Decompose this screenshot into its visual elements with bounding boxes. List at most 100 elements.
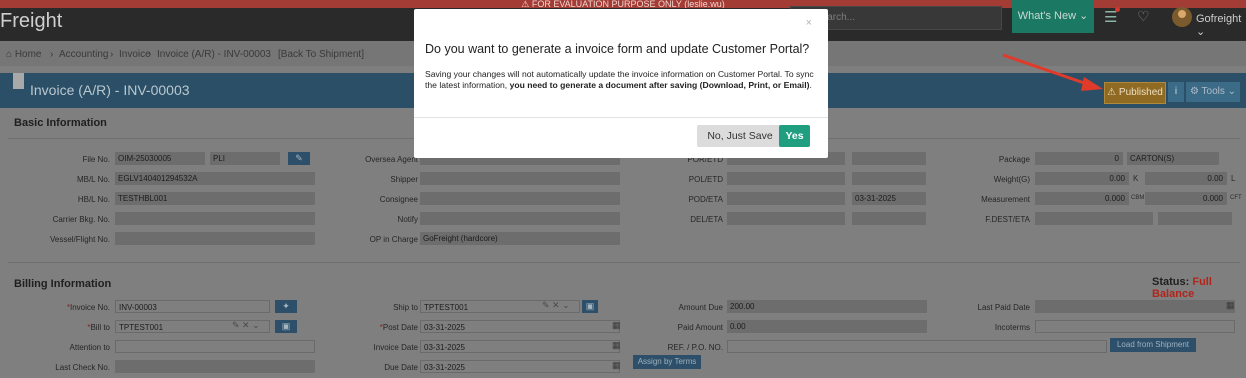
post-date-label: Post Date bbox=[308, 323, 418, 332]
vessel-label: Vessel/Flight No. bbox=[49, 235, 110, 244]
pod-field[interactable] bbox=[727, 192, 845, 205]
mbl-label: MB/L No. bbox=[76, 175, 110, 184]
magic-icon[interactable]: ✦ bbox=[275, 300, 297, 313]
file-type-field[interactable]: PLI bbox=[210, 152, 280, 165]
consignee-field[interactable] bbox=[420, 192, 620, 205]
pol-date[interactable] bbox=[852, 172, 926, 185]
calendar-icon[interactable]: ▦ bbox=[612, 360, 621, 371]
cft-unit: CFT bbox=[1230, 195, 1242, 201]
del-field[interactable] bbox=[727, 212, 845, 225]
attention-field[interactable] bbox=[115, 340, 315, 353]
package-unit[interactable]: CARTON(S) bbox=[1127, 152, 1219, 165]
carrier-bkg-label: Carrier Bkg. No. bbox=[52, 215, 110, 224]
invoice-date-field[interactable]: 03-31-2025 bbox=[420, 340, 620, 353]
package-field[interactable]: 0 bbox=[1035, 152, 1123, 165]
shipper-field[interactable] bbox=[420, 172, 620, 185]
published-button[interactable]: ⚠ Published bbox=[1104, 82, 1166, 104]
notification-dot bbox=[1115, 7, 1120, 12]
op-label: OP in Charge bbox=[369, 235, 418, 244]
notify-label: Notify bbox=[397, 215, 418, 224]
vessel-field[interactable] bbox=[115, 232, 315, 245]
page-title: Invoice (A/R) - INV-00003 bbox=[30, 82, 190, 98]
breadcrumb-home[interactable]: ⌂ Home bbox=[6, 49, 42, 60]
confirm-dialog: × Do you want to generate a invoice form… bbox=[414, 9, 828, 158]
pol-field[interactable] bbox=[727, 172, 845, 185]
op-field[interactable]: GoFreight (hardcore) bbox=[420, 232, 620, 245]
attention-label: Attention to bbox=[69, 343, 110, 352]
ship-to-label: Ship to bbox=[393, 303, 418, 312]
last-paid-label: Last Paid Date bbox=[977, 303, 1030, 312]
user-menu[interactable]: Gofreight ⌄ bbox=[1196, 13, 1246, 38]
avatar[interactable] bbox=[1172, 7, 1192, 27]
shipper-label: Shipper bbox=[390, 175, 418, 184]
breadcrumb-current: Invoice (A/R) - INV-00003 bbox=[157, 49, 271, 60]
whats-new-button[interactable]: What's New ⌄ bbox=[1012, 0, 1094, 33]
pol-label: POL/ETD bbox=[688, 175, 723, 184]
back-to-shipment-link[interactable]: [Back To Shipment] bbox=[278, 49, 364, 60]
dialog-body-end: . bbox=[809, 79, 812, 90]
pod-date[interactable]: 03-31-2025 bbox=[852, 192, 926, 205]
last-paid-field[interactable] bbox=[1035, 300, 1235, 313]
breadcrumb-sep: › bbox=[148, 49, 152, 60]
file-no-field[interactable]: OIM-25030005 bbox=[115, 152, 205, 165]
no-just-save-button[interactable]: No, Just Save bbox=[697, 125, 783, 147]
hbl-field[interactable]: TESTHBL001 bbox=[115, 192, 315, 205]
amount-due-field[interactable]: 200.00 bbox=[727, 300, 927, 313]
bell-icon[interactable]: ♡ bbox=[1137, 8, 1150, 25]
dialog-title: Do you want to generate a invoice form a… bbox=[425, 42, 810, 56]
bookmark-icon[interactable] bbox=[13, 73, 24, 89]
yes-button[interactable]: Yes bbox=[779, 125, 810, 147]
status-label-text: Status: bbox=[1152, 276, 1190, 288]
edit-icon[interactable]: ✎ bbox=[288, 152, 310, 165]
notify-field[interactable] bbox=[420, 212, 620, 225]
calendar-icon[interactable]: ▦ bbox=[1226, 300, 1235, 311]
incoterms-select[interactable] bbox=[1035, 320, 1235, 333]
measurement-cbm-field[interactable]: 0.000 bbox=[1035, 192, 1129, 205]
por-date[interactable] bbox=[852, 152, 926, 165]
dialog-body-emphasis: you need to generate a document after sa… bbox=[509, 79, 810, 90]
ref-field[interactable] bbox=[727, 340, 1107, 353]
close-icon[interactable]: × bbox=[806, 17, 812, 29]
weight-k-field[interactable]: 0.00 bbox=[1035, 172, 1129, 185]
file-no-label: File No. bbox=[82, 155, 110, 164]
edit-icon[interactable]: ✎ ✕ ⌄ bbox=[232, 320, 260, 331]
breadcrumb-sep: › bbox=[50, 49, 54, 60]
load-from-shipment-button[interactable]: Load from Shipment bbox=[1110, 338, 1196, 352]
mbl-field[interactable]: EGLV140401294532A bbox=[115, 172, 315, 185]
tools-button[interactable]: ⚙ Tools ⌄ bbox=[1186, 82, 1240, 102]
weight-l-field[interactable]: 0.00 bbox=[1145, 172, 1227, 185]
weight-label: Weight(G) bbox=[993, 175, 1030, 184]
paid-amount-field[interactable]: 0.00 bbox=[727, 320, 927, 333]
amount-due-label: Amount Due bbox=[678, 303, 723, 312]
brand-logo[interactable]: Freight bbox=[0, 10, 62, 33]
search-icon[interactable]: ⚲ bbox=[815, 10, 995, 24]
due-date-field[interactable]: 03-31-2025 bbox=[420, 360, 620, 373]
last-check-label: Last Check No. bbox=[55, 363, 110, 372]
breadcrumb-accounting[interactable]: Accounting bbox=[59, 49, 108, 60]
measurement-cft-field[interactable]: 0.000 bbox=[1145, 192, 1227, 205]
assign-by-terms-button[interactable]: Assign by Terms bbox=[633, 355, 701, 369]
edit-icon[interactable]: ✎ ✕ ⌄ bbox=[542, 300, 570, 311]
profile-icon[interactable]: ▣ bbox=[582, 300, 598, 313]
consignee-label: Consignee bbox=[379, 195, 418, 204]
ref-label: REF. / P.O. NO. bbox=[667, 343, 723, 352]
invoice-no-label: Invoice No. bbox=[0, 303, 110, 312]
last-check-field[interactable] bbox=[115, 360, 315, 373]
breadcrumb-invoice[interactable]: Invoice bbox=[119, 49, 151, 60]
del-date[interactable] bbox=[852, 212, 926, 225]
post-date-field[interactable]: 03-31-2025 bbox=[420, 320, 620, 333]
divider bbox=[8, 262, 1240, 263]
invoice-date-label: Invoice Date bbox=[373, 343, 418, 352]
measurement-label: Measurement bbox=[981, 195, 1030, 204]
fdest-label: F.DEST/ETA bbox=[985, 215, 1030, 224]
paid-amount-label: Paid Amount bbox=[677, 323, 723, 332]
fdest-date[interactable] bbox=[1158, 212, 1232, 225]
del-label: DEL/ETA bbox=[690, 215, 723, 224]
package-label: Package bbox=[998, 155, 1030, 164]
fdest-field[interactable] bbox=[1035, 212, 1153, 225]
profile-icon[interactable]: ▣ bbox=[275, 320, 297, 333]
weight-l-unit: L bbox=[1231, 174, 1236, 183]
carrier-bkg-field[interactable] bbox=[115, 212, 315, 225]
info-button[interactable]: i bbox=[1168, 82, 1184, 102]
invoice-no-field[interactable]: INV-00003 bbox=[115, 300, 270, 313]
